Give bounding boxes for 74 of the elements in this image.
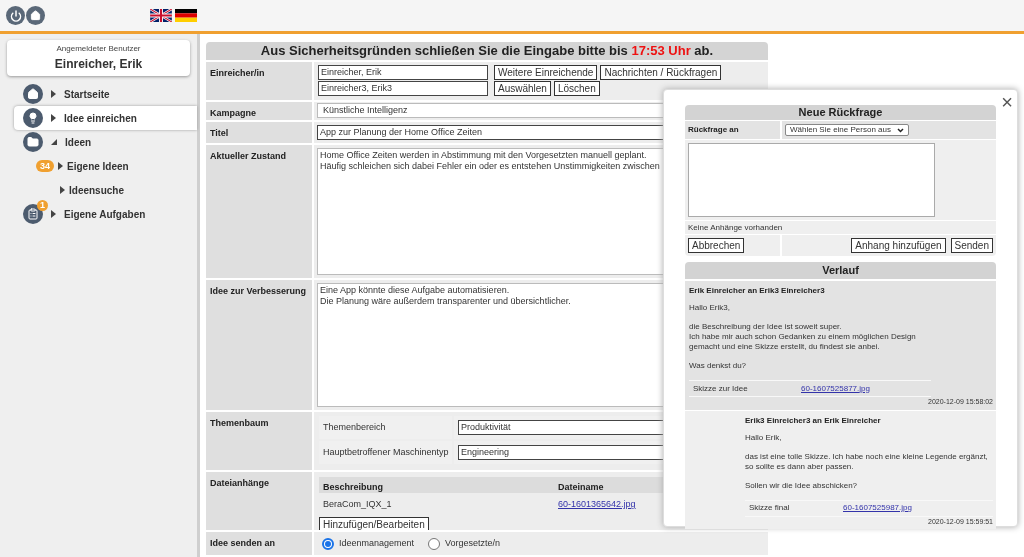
action-button[interactable]: Nachrichten / Rückfragen xyxy=(600,65,722,80)
attachment-label: Skizze final xyxy=(748,502,791,514)
field-label: Rückfrage an xyxy=(688,124,739,136)
edit-attachments-button[interactable]: Hinzufügen/Bearbeiten xyxy=(319,517,429,530)
caret-icon[interactable] xyxy=(51,210,56,218)
column-header: Beschreibung xyxy=(323,482,383,492)
radio-button[interactable] xyxy=(428,537,441,550)
nav-label: Eigene Aufgaben xyxy=(64,207,146,222)
text-field[interactable]: Einreicher, Erik xyxy=(318,65,488,80)
attachment-label: Skizze zur Idee xyxy=(692,382,749,395)
nav-label: Eigene Ideen xyxy=(67,159,129,174)
field-label: Idee senden an xyxy=(210,538,276,548)
action-button[interactable]: Auswählen xyxy=(494,81,551,96)
german-flag-icon[interactable] xyxy=(175,9,197,22)
uk-flag-icon[interactable] xyxy=(150,9,172,22)
radio-button[interactable] xyxy=(322,537,334,550)
nav-item[interactable]: Startseite xyxy=(0,82,197,106)
caret-icon[interactable] xyxy=(51,139,57,145)
clipboard-icon xyxy=(23,204,43,224)
close-button[interactable]: × xyxy=(1001,90,1013,114)
nav-item[interactable]: Ideensuche xyxy=(0,178,197,202)
action-button[interactable]: Weitere Einreichende xyxy=(494,65,598,80)
form-header: Aus Sicherheitsgründen schließen Sie die Eingabe bitte bis 17:53 Uhr ab. xyxy=(206,42,768,60)
count-badge: 34 xyxy=(36,160,54,172)
field-label: Themenbaum xyxy=(210,418,269,428)
nav-label: Ideen xyxy=(65,135,92,150)
table-cell: BeraCom_IQX_1 xyxy=(323,499,392,509)
nav-label: Ideensuche xyxy=(69,183,125,198)
nav-item[interactable]: Ideen xyxy=(0,130,197,154)
user-caption: Angemeldeter Benutzer xyxy=(56,43,141,55)
file-link[interactable]: 60-1607525877.jpg xyxy=(801,382,870,395)
lightbulb-icon xyxy=(23,108,43,128)
power-icon[interactable] xyxy=(6,6,25,25)
action-button[interactable]: Löschen xyxy=(553,81,600,96)
message-input[interactable] xyxy=(688,143,935,217)
topic-label: Hauptbetroffener Maschinentyp xyxy=(323,445,449,459)
notification-badge: 1 xyxy=(37,200,48,211)
field-label: Titel xyxy=(210,128,229,138)
column-header: Dateiname xyxy=(558,482,604,492)
topic-label: Themenbereich xyxy=(323,420,386,434)
file-link[interactable]: 60-1601365642.jpg xyxy=(558,499,636,509)
message-text: Hallo Erik3, xyxy=(689,303,731,313)
nav-item[interactable]: 34 Eigene Ideen xyxy=(0,154,197,178)
radio-label: Ideenmanagement xyxy=(339,536,415,550)
text-field[interactable]: Einreicher3, Erik3 xyxy=(318,81,488,96)
dialog-button[interactable]: Senden xyxy=(950,238,993,253)
nav-label: Idee einreichen xyxy=(64,111,137,126)
home-icon[interactable] xyxy=(26,6,45,25)
history-title: Verlauf xyxy=(685,262,996,279)
field-label: Dateianhänge xyxy=(210,478,269,488)
home-icon xyxy=(23,84,43,104)
nav-label: Startseite xyxy=(64,87,110,102)
field-label: Aktueller Zustand xyxy=(210,151,286,161)
nav-item[interactable]: 1 Eigene Aufgaben xyxy=(0,202,197,226)
folder-icon xyxy=(23,132,43,152)
message-text: Hallo Erik, xyxy=(745,432,783,443)
file-link[interactable]: 60-1607525987.jpg xyxy=(843,502,912,514)
person-select[interactable]: Wählen Sie eine Person aus xyxy=(785,124,909,136)
field-label: Kampagne xyxy=(210,108,256,118)
nav-item[interactable]: Idee einreichen xyxy=(14,106,197,130)
message-text: Sollen wir die Idee abschicken? xyxy=(745,480,859,491)
cancel-button[interactable]: Abbrechen xyxy=(688,238,745,253)
dialog-title: Neue Rückfrage xyxy=(685,105,996,120)
dialog-button[interactable]: Anhang hinzufügen xyxy=(851,238,946,253)
caret-icon[interactable] xyxy=(58,162,63,170)
user-name: Einreicher, Erik xyxy=(54,56,143,73)
chevron-icon xyxy=(896,127,904,133)
radio-label: Vorgesetzte/n xyxy=(445,536,501,550)
caret-icon[interactable] xyxy=(51,90,56,98)
caret-icon[interactable] xyxy=(60,186,65,194)
field-label: Idee zur Verbesserung xyxy=(210,286,307,296)
field-label: Einreicher/in xyxy=(210,68,265,78)
caret-icon[interactable] xyxy=(51,114,56,122)
message-text: Was denkst du? xyxy=(689,361,748,371)
